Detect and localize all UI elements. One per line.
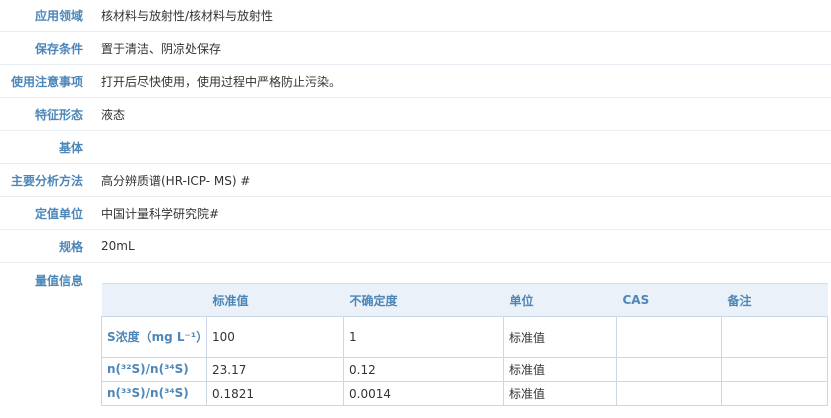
header-note: 备注 [721, 283, 828, 317]
property-label: 基体 [58, 140, 83, 155]
header-name [101, 283, 207, 317]
cell-name: n(³²S)/n(³⁴S) [101, 357, 207, 382]
quantity-label: 量值信息 [34, 274, 83, 288]
header-unit: 单位 [503, 283, 617, 317]
cell-unit: 标准值 [503, 381, 617, 406]
cell-cas [616, 357, 722, 382]
cell-unit: 标准值 [503, 316, 617, 358]
cell-note [721, 316, 828, 358]
cell-uncertainty: 1 [343, 316, 504, 358]
property-row-storage: 保存条件 置于清洁、阴凉处保存 [0, 32, 831, 65]
property-row-certifier: 定值单位 中国计量科学研究院# [0, 197, 831, 230]
table-row: n(³²S)/n(³⁴S) 23.17 0.12 标准值 [101, 357, 828, 382]
property-value: 液态 [101, 107, 126, 122]
quantity-section: 量值信息 标准值 不确定度 单位 CAS 备注 S浓度（mg L⁻¹） 100 … [0, 263, 831, 418]
property-value: 高分辨质谱(HR-ICP- MS) # [101, 173, 251, 188]
property-label: 定值单位 [34, 206, 83, 221]
property-value: 20mL [101, 239, 135, 253]
header-uncertainty: 不确定度 [343, 283, 504, 317]
property-value: 置于清洁、阴凉处保存 [101, 41, 222, 56]
property-row-usage-notes: 使用注意事项 打开后尽快使用，使用过程中严格防止污染。 [0, 65, 831, 98]
property-label: 特征形态 [34, 107, 83, 122]
property-row-method: 主要分析方法 高分辨质谱(HR-ICP- MS) # [0, 164, 831, 197]
cell-value: 100 [206, 316, 344, 358]
header-cas: CAS [616, 283, 722, 317]
property-label: 应用领域 [34, 9, 83, 23]
table-header-row: 标准值 不确定度 单位 CAS 备注 [101, 283, 828, 317]
property-label: 主要分析方法 [10, 173, 83, 188]
property-value: 中国计量科学研究院# [101, 206, 220, 221]
property-list: 应用领域 核材料与放射性/核材料与放射性 保存条件 置于清洁、阴凉处保存 使用注… [0, 0, 831, 263]
cell-cas [616, 316, 722, 358]
table-row: S浓度（mg L⁻¹） 100 1 标准值 [101, 316, 828, 358]
property-row-spec: 规格 20mL [0, 230, 831, 263]
property-row-form: 特征形态 液态 [0, 98, 831, 131]
header-value: 标准值 [206, 283, 344, 317]
cell-cas [616, 381, 722, 406]
cell-unit: 标准值 [503, 357, 617, 382]
property-row-matrix: 基体 [0, 131, 831, 164]
cell-name: S浓度（mg L⁻¹） [101, 316, 208, 358]
cell-name: n(³³S)/n(³⁴S) [101, 381, 207, 406]
cell-note [721, 357, 828, 382]
property-label: 使用注意事项 [10, 74, 83, 89]
property-label: 规格 [58, 239, 83, 254]
cell-uncertainty: 0.12 [343, 357, 504, 382]
table-row: n(³³S)/n(³⁴S) 0.1821 0.0014 标准值 [101, 381, 828, 406]
property-value: 打开后尽快使用，使用过程中严格防止污染。 [101, 74, 342, 89]
cell-uncertainty: 0.0014 [343, 381, 504, 406]
property-row-application: 应用领域 核材料与放射性/核材料与放射性 [0, 0, 831, 32]
quantity-table: 标准值 不确定度 单位 CAS 备注 S浓度（mg L⁻¹） 100 1 标准值… [101, 283, 828, 406]
cell-note [721, 381, 828, 406]
property-label: 保存条件 [34, 41, 83, 56]
cell-value: 23.17 [206, 357, 344, 382]
property-value: 核材料与放射性/核材料与放射性 [101, 9, 274, 23]
cell-value: 0.1821 [206, 381, 344, 406]
